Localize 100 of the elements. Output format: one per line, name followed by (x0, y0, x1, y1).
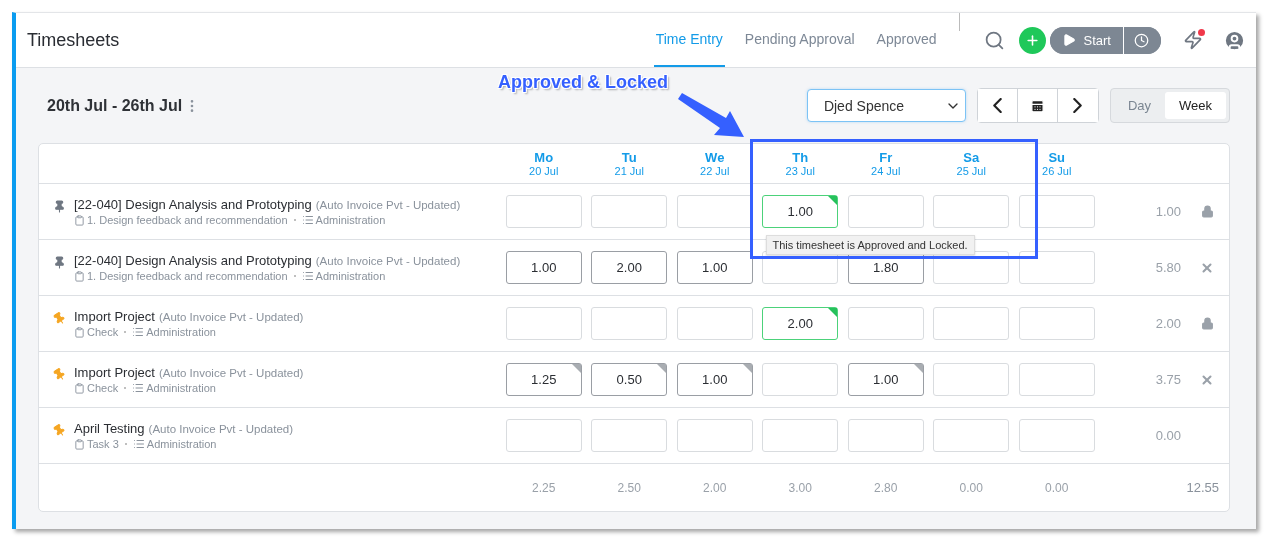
clipboard-icon (74, 214, 85, 226)
hours-input[interactable] (762, 363, 839, 396)
task-name: Task 3 (87, 438, 119, 450)
hours-input[interactable] (933, 195, 1010, 228)
add-button[interactable] (1018, 26, 1046, 54)
day-date: 24 Jul (871, 164, 901, 178)
hours-input[interactable] (505, 307, 582, 340)
search-icon (983, 29, 1005, 51)
search-button[interactable] (983, 29, 1005, 51)
tab[interactable]: Pending Approval (742, 13, 857, 67)
project-name: Import Project (74, 309, 155, 324)
category-name: Administration (146, 438, 217, 450)
hours-input[interactable]: 1.00 (676, 363, 753, 396)
day-total: 2.80 (874, 480, 898, 495)
day-total: 2.50 (617, 480, 641, 495)
hours-input[interactable] (676, 195, 753, 228)
notifications-button[interactable] (1183, 30, 1203, 50)
hours-input[interactable] (762, 419, 839, 452)
clipboard-icon (74, 326, 85, 338)
tab[interactable]: Approved (874, 13, 939, 67)
list-icon (132, 382, 145, 394)
hours-input[interactable]: 2.00 (762, 307, 839, 340)
close-icon[interactable] (1200, 260, 1214, 275)
employee-select[interactable]: Djed Spence (806, 89, 966, 122)
client-name: (Auto Invoice Pvt - Updated) (158, 311, 304, 323)
list-icon (132, 326, 145, 338)
annotation-arrow (678, 93, 744, 137)
hours-input[interactable] (847, 419, 924, 452)
category-name: Administration (146, 326, 216, 338)
hours-input[interactable]: 1.00 (505, 251, 582, 284)
hours-input[interactable] (505, 195, 582, 228)
hours-input[interactable]: 1.00 (847, 363, 924, 396)
hours-input[interactable]: 1.00 (762, 195, 839, 228)
hours-input[interactable] (933, 419, 1010, 452)
day-total: 0.00 (959, 480, 983, 495)
hours-input[interactable] (847, 307, 924, 340)
client-name: (Auto Invoice Pvt - Updated) (148, 423, 294, 435)
play-icon (1061, 33, 1076, 47)
day-date: 23 Jul (785, 164, 815, 178)
previous-button[interactable] (977, 89, 1018, 122)
day-total: 3.00 (788, 480, 812, 495)
list-icon (132, 438, 145, 450)
day-name: Su (1048, 149, 1066, 165)
day-total: 0.00 (1045, 480, 1069, 495)
task-name: 1. Design feedback and recommendation (87, 214, 288, 226)
day-date: 25 Jul (956, 164, 986, 178)
annotation-label: Approved & Locked (498, 72, 669, 93)
hours-input[interactable] (676, 419, 753, 452)
hours-input[interactable]: 2.00 (591, 251, 668, 284)
row-total: 1.00 (1155, 204, 1182, 219)
view-toggle[interactable]: Week (1165, 92, 1226, 119)
day-name: Mo (534, 149, 554, 165)
row-total: 5.80 (1155, 260, 1182, 275)
hours-input[interactable] (676, 307, 753, 340)
category-name: Administration (146, 382, 216, 394)
week-range: 20th Jul - 26th Jul (47, 96, 183, 115)
hours-input[interactable] (1018, 363, 1095, 396)
day-name: We (705, 149, 725, 165)
client-name: (Auto Invoice Pvt - Updated) (315, 255, 461, 267)
row-total: 2.00 (1155, 316, 1182, 331)
chevron-right-icon (1073, 98, 1083, 113)
hours-input[interactable]: 1.25 (505, 363, 582, 396)
hours-input[interactable] (1018, 307, 1095, 340)
hours-input[interactable] (1018, 195, 1095, 228)
hours-input[interactable] (847, 195, 924, 228)
calendar-icon (1029, 98, 1045, 113)
hours-input[interactable] (1018, 419, 1095, 452)
client-name: (Auto Invoice Pvt - Updated) (315, 199, 461, 211)
task-name: Check (87, 326, 119, 338)
pin-icon[interactable] (53, 200, 66, 213)
hours-input[interactable]: 0.50 (591, 363, 668, 396)
hours-input[interactable] (933, 307, 1010, 340)
hours-input[interactable] (505, 419, 582, 452)
hours-input[interactable]: 1.00 (676, 251, 753, 284)
day-date: 22 Jul (700, 164, 730, 178)
hours-input[interactable] (591, 195, 668, 228)
chevron-left-icon (992, 98, 1002, 113)
day-name: Sa (963, 149, 980, 165)
client-name: (Auto Invoice Pvt - Updated) (158, 367, 304, 379)
page-title: Timesheets (27, 29, 121, 51)
row-total: 3.75 (1155, 372, 1182, 387)
row-total: 0.00 (1155, 428, 1182, 443)
day-name: Th (792, 149, 809, 165)
start-button[interactable]: Start (1049, 26, 1124, 54)
tooltip: This timesheet is Approved and Locked. (765, 235, 975, 255)
clock-icon (1134, 32, 1149, 48)
clipboard-icon (74, 382, 85, 394)
close-icon[interactable] (1200, 372, 1214, 387)
pin-icon[interactable] (53, 256, 66, 269)
hours-input[interactable] (591, 419, 668, 452)
project-name: Import Project (74, 365, 155, 380)
day-name: Tu (621, 149, 637, 165)
hours-input[interactable] (933, 363, 1010, 396)
hours-input[interactable] (591, 307, 668, 340)
task-name: 1. Design feedback and recommendation (87, 270, 288, 282)
clipboard-icon (74, 270, 85, 282)
hours-input[interactable] (1018, 251, 1095, 284)
project-name: April Testing (74, 421, 145, 436)
list-icon (301, 214, 314, 226)
list-icon (301, 270, 314, 282)
